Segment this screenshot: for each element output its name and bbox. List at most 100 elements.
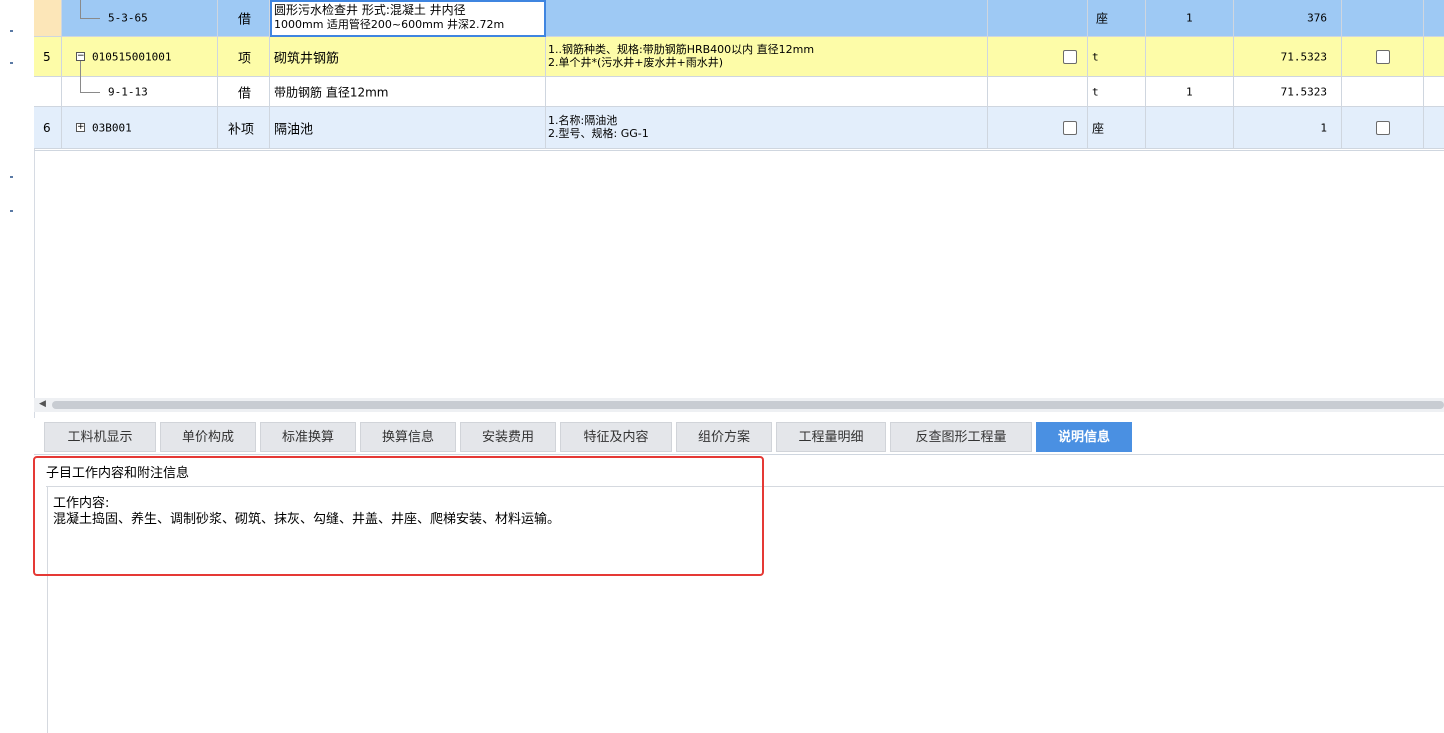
collapse-icon[interactable]: − (76, 52, 85, 61)
table-row[interactable]: 9-1-13 借 带肋钢筋 直径12mm t 1 71.5323 (34, 77, 1444, 107)
tab-labor-material-display[interactable]: 工料机显示 (44, 422, 156, 452)
type-text: 借 (238, 86, 252, 101)
highlight-annotation-box (33, 456, 764, 576)
tab-pricing-scheme[interactable]: 组价方案 (676, 422, 772, 452)
features-cell[interactable] (546, 0, 988, 37)
scrollbar-thumb[interactable] (52, 401, 1444, 409)
value-cell[interactable]: 376 (1234, 0, 1342, 37)
checkbox-cell (1342, 77, 1424, 107)
row-number-text: 5 (43, 49, 51, 64)
feature-line: 1..钢筋种类、规格:带肋钢筋HRB400以内 直径12mm (548, 43, 815, 56)
quantity-cell[interactable]: 1 (1146, 77, 1234, 107)
code-cell[interactable]: − 010515001001 (62, 37, 218, 77)
tab-reverse-graphic-quantity[interactable]: 反查图形工程量 (890, 422, 1032, 452)
feature-line: 1.名称:隔油池 (548, 114, 618, 127)
row-checkbox[interactable] (1376, 121, 1390, 135)
row-number-cell (34, 77, 62, 107)
table-row[interactable]: 6 + 03B001 补项 隔油池 1.名称:隔油池 2.型号、规格: GG-1… (34, 107, 1444, 149)
features-cell[interactable]: 1.名称:隔油池 2.型号、规格: GG-1 (546, 107, 988, 149)
table-row[interactable]: 5 − 010515001001 项 砌筑井钢筋 1..钢筋种类、规格:带肋钢筋… (34, 37, 1444, 77)
tree-line (80, 77, 81, 92)
scroll-left-icon[interactable]: ◀ (39, 399, 46, 409)
name-cell[interactable]: 隔油池 (270, 107, 546, 149)
value-cell[interactable]: 71.5323 (1234, 77, 1342, 107)
row-checkbox[interactable] (1063, 121, 1077, 135)
checkbox-cell (1342, 37, 1424, 77)
unit-text: t (1092, 85, 1099, 98)
checkbox-cell (988, 37, 1088, 77)
trailing-cell (1424, 107, 1444, 149)
trailing-cell (1424, 37, 1444, 77)
bottom-tab-bar: 工料机显示 单价构成 标准换算 换算信息 安装费用 特征及内容 组价方案 工程量… (34, 418, 1444, 454)
feature-line: 2.单个井*(污水井+废水井+雨水井) (548, 56, 724, 69)
type-text: 借 (238, 12, 252, 28)
value-text: 1 (1320, 121, 1327, 134)
tab-conversion-info[interactable]: 换算信息 (360, 422, 456, 452)
strip-marker (10, 176, 13, 178)
unit-cell[interactable]: 座 (1088, 0, 1146, 37)
tab-installation-fee[interactable]: 安装费用 (460, 422, 556, 452)
row-number-cell: 6 (34, 107, 62, 149)
tab-unit-price-composition[interactable]: 单价构成 (160, 422, 256, 452)
checkbox-cell (988, 0, 1088, 37)
quantity-text: 1 (1186, 85, 1193, 98)
code-text: 03B001 (92, 121, 132, 134)
name-cell[interactable]: 砌筑井钢筋 (270, 37, 546, 77)
horizontal-scrollbar[interactable]: ◀ (34, 398, 1444, 412)
unit-text: 座 (1096, 11, 1109, 26)
value-text: 71.5323 (1280, 85, 1327, 98)
bill-items-grid: 5-3-65 借 圆形污水检查井 形式:混凝土 井内径 1000mm 适用管径2… (34, 0, 1444, 151)
table-row[interactable]: 5-3-65 借 圆形污水检查井 形式:混凝土 井内径 1000mm 适用管径2… (34, 0, 1444, 37)
type-cell[interactable]: 借 (218, 0, 270, 37)
expand-icon[interactable]: + (76, 123, 85, 132)
trailing-cell (1424, 0, 1444, 37)
row-checkbox[interactable] (1063, 50, 1077, 64)
strip-marker (10, 210, 13, 212)
row-number-cell (34, 0, 62, 37)
name-text-line2: 1000mm 适用管径200~600mm 井深2.72m (274, 18, 505, 31)
tab-quantity-detail[interactable]: 工程量明细 (776, 422, 886, 452)
code-cell[interactable]: 9-1-13 (62, 77, 218, 107)
value-cell[interactable]: 71.5323 (1234, 37, 1342, 77)
type-text: 补项 (228, 122, 255, 137)
code-text: 5-3-65 (108, 11, 148, 25)
name-text: 带肋钢筋 直径12mm (274, 85, 389, 99)
value-text: 376 (1307, 11, 1327, 25)
quantity-cell[interactable]: 1 (1146, 0, 1234, 37)
checkbox-cell (1342, 107, 1424, 149)
features-cell[interactable]: 1..钢筋种类、规格:带肋钢筋HRB400以内 直径12mm 2.单个井*(污水… (546, 37, 988, 77)
unit-text: 座 (1092, 121, 1105, 135)
quantity-cell[interactable] (1146, 107, 1234, 149)
type-cell[interactable]: 借 (218, 77, 270, 107)
name-editor[interactable]: 圆形污水检查井 形式:混凝土 井内径 1000mm 适用管径200~600mm … (270, 0, 546, 37)
tree-line (80, 18, 100, 19)
features-cell[interactable] (546, 77, 988, 107)
unit-cell[interactable]: t (1088, 37, 1146, 77)
quantity-cell[interactable] (1146, 37, 1234, 77)
value-cell[interactable]: 1 (1234, 107, 1342, 149)
tab-features-content[interactable]: 特征及内容 (560, 422, 672, 452)
code-cell[interactable]: 5-3-65 (62, 0, 218, 37)
strip-marker (10, 62, 13, 64)
tab-description-info[interactable]: 说明信息 (1036, 422, 1132, 452)
unit-cell[interactable]: t (1088, 77, 1146, 107)
checkbox-cell (1342, 0, 1424, 37)
code-text: 010515001001 (92, 50, 172, 63)
name-cell[interactable]: 圆形污水检查井 形式:混凝土 井内径 1000mm 适用管径200~600mm … (270, 0, 546, 37)
row-number-cell: 5 (34, 37, 62, 77)
row-checkbox[interactable] (1376, 50, 1390, 64)
name-cell[interactable]: 带肋钢筋 直径12mm (270, 77, 546, 107)
checkbox-cell (988, 107, 1088, 149)
tab-standard-conversion[interactable]: 标准换算 (260, 422, 356, 452)
name-text: 砌筑井钢筋 (274, 51, 340, 66)
left-side-strip (0, 0, 35, 732)
tree-line (80, 92, 100, 93)
type-text: 项 (238, 51, 252, 66)
code-cell[interactable]: + 03B001 (62, 107, 218, 149)
row-number-text: 6 (43, 120, 51, 135)
unit-text: t (1092, 50, 1099, 63)
type-cell[interactable]: 项 (218, 37, 270, 77)
unit-cell[interactable]: 座 (1088, 107, 1146, 149)
name-text-line1: 圆形污水检查井 形式:混凝土 井内径 (274, 3, 466, 17)
type-cell[interactable]: 补项 (218, 107, 270, 149)
